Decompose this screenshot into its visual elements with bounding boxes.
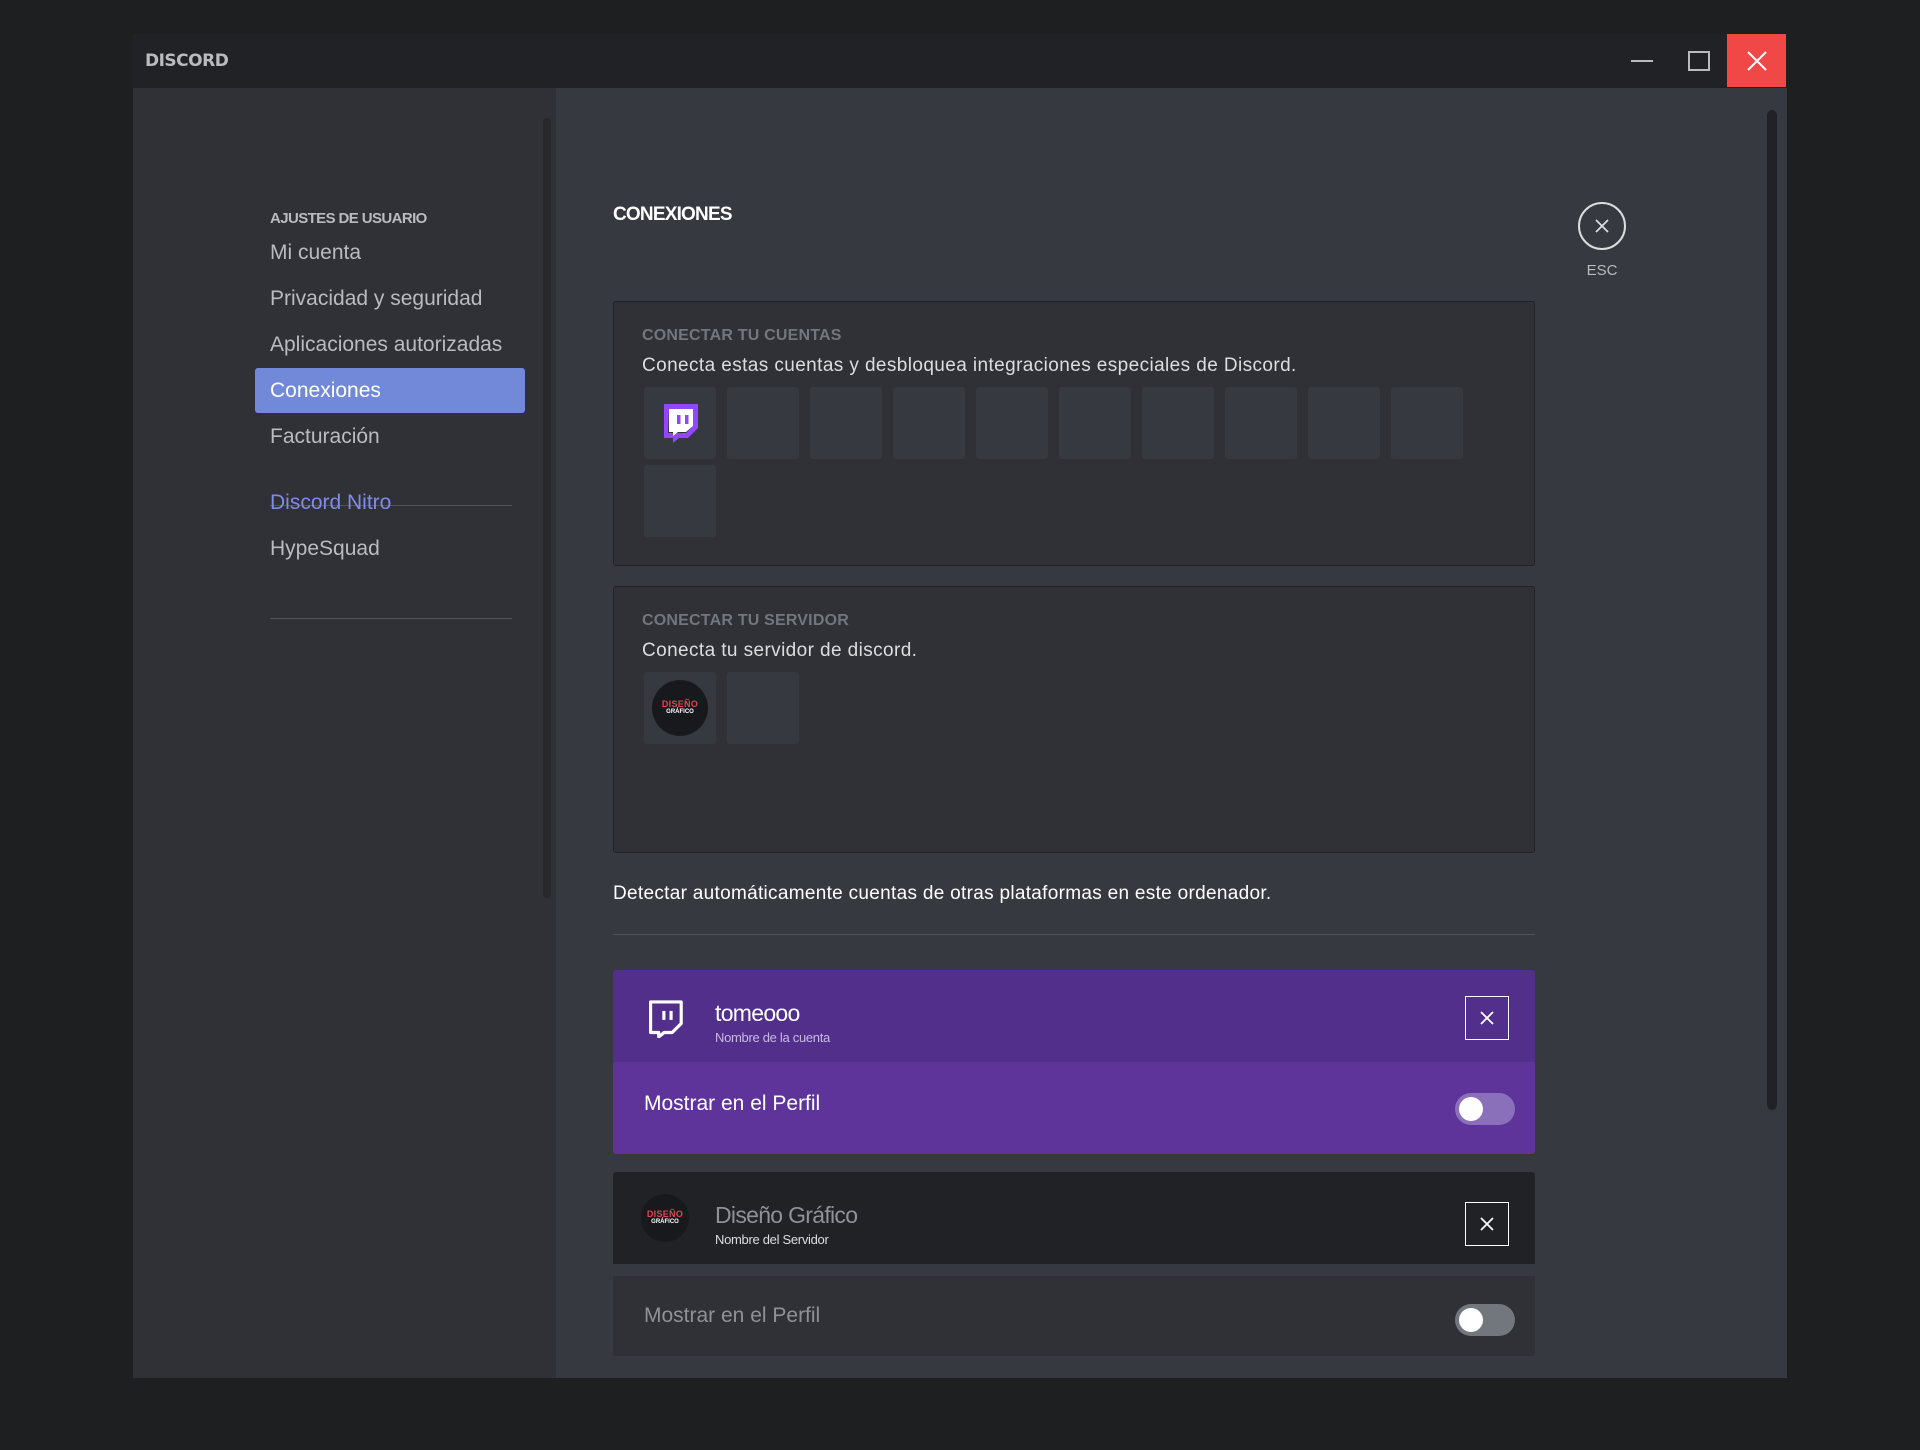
connection-account-subtitle: Nombre de la cuenta (715, 1030, 830, 1045)
show-on-profile-label: Mostrar en el Perfil (644, 1304, 821, 1327)
disconnect-button[interactable] (1465, 1202, 1509, 1246)
close-icon (1480, 1217, 1494, 1231)
card-title: CONECTAR TU CUENTAS (642, 327, 842, 344)
server-logo: DISEÑO GRÁFICO (652, 680, 708, 736)
twitch-connection: tomeooo Nombre de la cuenta Mostrar en e… (613, 970, 1535, 1154)
toggle-knob (1459, 1097, 1483, 1121)
sidebar-item-label: Discord Nitro (270, 490, 392, 514)
close-icon (1746, 50, 1767, 71)
sidebar-item-label: Conexiones (270, 378, 381, 402)
sidebar-scrollbar[interactable] (543, 118, 551, 898)
connect-platform-tile[interactable] (1059, 387, 1131, 459)
connect-platform-tile[interactable] (893, 387, 965, 459)
content-scrollbar[interactable] (1767, 110, 1777, 1110)
connection-account-name: tomeooo (715, 1000, 800, 1026)
settings-content: CONEXIONES ESC CONECTAR TU CUENTAS Conec… (556, 88, 1787, 1378)
connection-settings: Mostrar en el Perfil (613, 1062, 1535, 1154)
connection-header: tomeooo Nombre de la cuenta (613, 970, 1535, 1062)
connect-platform-tile[interactable] (727, 387, 799, 459)
minimize-button[interactable] (1614, 34, 1670, 87)
twitch-icon (649, 1000, 683, 1038)
title-bar: DISCORD (133, 34, 1787, 88)
disconnect-button[interactable] (1465, 996, 1509, 1040)
connection-settings: Mostrar en el Perfil (613, 1276, 1535, 1356)
card-description: Conecta estas cuentas y desbloquea integ… (642, 355, 1297, 376)
server-logo-subtext: GRÁFICO (666, 709, 694, 715)
server-logo: DISEÑO GRÁFICO (641, 1194, 689, 1242)
toggle-knob (1459, 1308, 1483, 1332)
server-logo-text: DISEÑO (661, 699, 699, 709)
card-title: CONECTAR TU SERVIDOR (642, 612, 849, 629)
connect-server-tile[interactable]: DISEÑO GRÁFICO (644, 672, 716, 744)
page-title: CONEXIONES (613, 204, 733, 225)
connect-twitch-tile[interactable] (644, 387, 716, 459)
sidebar-item-discord-nitro[interactable]: Discord Nitro (255, 480, 525, 525)
connect-accounts-card: CONECTAR TU CUENTAS Conecta estas cuenta… (613, 301, 1535, 566)
connection-server-subtitle: Nombre del Servidor (715, 1232, 829, 1247)
sidebar-item-mi-cuenta[interactable]: Mi cuenta (255, 230, 525, 275)
connect-platform-tile[interactable] (1308, 387, 1380, 459)
settings-sidebar: AJUSTES DE USUARIO Mi cuenta Privacidad … (133, 88, 556, 1378)
connect-platform-tile[interactable] (976, 387, 1048, 459)
maximize-icon (1687, 50, 1710, 71)
maximize-button[interactable] (1670, 34, 1727, 87)
sidebar-item-label: HypeSquad (270, 536, 380, 560)
sidebar-item-label: Mi cuenta (270, 240, 362, 264)
sidebar-item-hypesquad[interactable]: HypeSquad (255, 526, 525, 571)
minimize-icon (1631, 59, 1653, 62)
connect-server-tile[interactable] (727, 672, 799, 744)
twitch-icon (664, 404, 698, 443)
discord-logo: DISCORD (145, 51, 229, 71)
connect-platform-tile[interactable] (810, 387, 882, 459)
server-connection: DISEÑO GRÁFICO Diseño Gráfico Nombre del… (613, 1172, 1535, 1356)
sidebar-item-conexiones[interactable]: Conexiones (255, 368, 525, 413)
auto-detect-text: Detectar automáticamente cuentas de otra… (613, 883, 1272, 904)
sidebar-item-facturacion[interactable]: Facturación (255, 414, 525, 459)
show-on-profile-toggle[interactable] (1455, 1093, 1515, 1125)
sidebar-header: AJUSTES DE USUARIO (270, 210, 427, 227)
sidebar-divider (270, 618, 512, 619)
card-description: Conecta tu servidor de discord. (642, 640, 918, 661)
close-icon (1595, 219, 1609, 233)
sidebar-item-label: Privacidad y seguridad (270, 286, 483, 310)
server-logo-subtext: GRÁFICO (651, 1219, 679, 1225)
close-icon (1480, 1011, 1494, 1025)
connection-server-name: Diseño Gráfico (715, 1202, 858, 1228)
server-logo-text: DISEÑO (646, 1209, 684, 1219)
connect-platform-tile[interactable] (1391, 387, 1463, 459)
connect-platform-tile[interactable] (1142, 387, 1214, 459)
connection-header: DISEÑO GRÁFICO Diseño Gráfico Nombre del… (613, 1172, 1535, 1264)
esc-label: ESC (1586, 262, 1618, 279)
show-on-profile-toggle[interactable] (1455, 1304, 1515, 1336)
show-on-profile-label: Mostrar en el Perfil (644, 1092, 821, 1115)
close-window-button[interactable] (1727, 34, 1786, 87)
sidebar-item-label: Facturación (270, 424, 380, 448)
connect-platform-tile[interactable] (1225, 387, 1297, 459)
sidebar-item-aplicaciones[interactable]: Aplicaciones autorizadas (255, 322, 525, 367)
discord-window: DISCORD AJUSTES DE USUARIO Mi cuenta Pri… (133, 34, 1787, 1378)
sidebar-item-privacidad[interactable]: Privacidad y seguridad (255, 276, 525, 321)
esc-close-button[interactable] (1578, 202, 1626, 250)
connect-platform-tile[interactable] (644, 465, 716, 537)
content-divider (613, 934, 1535, 935)
sidebar-item-label: Aplicaciones autorizadas (270, 332, 503, 356)
connect-server-card: CONECTAR TU SERVIDOR Conecta tu servidor… (613, 586, 1535, 853)
